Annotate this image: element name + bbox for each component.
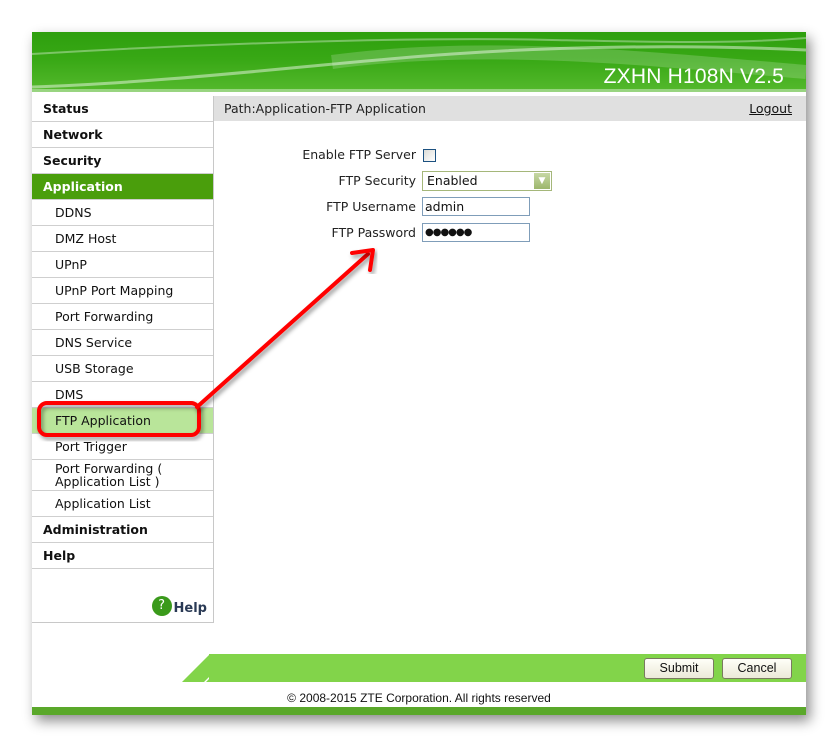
ftp-security-row: FTP Security Enabled ▼	[214, 171, 806, 191]
cancel-button[interactable]: Cancel	[722, 658, 792, 679]
sidebar-item-label: DMZ Host	[55, 231, 117, 246]
sidebar-item-ddns[interactable]: DDNS	[32, 200, 213, 226]
ftp-username-input[interactable]: admin	[422, 197, 530, 216]
sidebar-item-administration[interactable]: Administration	[32, 517, 213, 543]
breadcrumb-bar: Path:Application-FTP Application Logout	[214, 96, 806, 121]
enable-ftp-server-label: Enable FTP Server	[302, 147, 416, 162]
sidebar-item-dns-service[interactable]: DNS Service	[32, 330, 213, 356]
sidebar-menu: Status Network Security Application DDNS…	[32, 96, 214, 623]
sidebar-item-label: Application List	[55, 496, 151, 511]
footer-green-band	[209, 654, 806, 682]
header-banner: ZXHN H108N V2.5	[32, 32, 806, 92]
logout-link[interactable]: Logout	[749, 96, 792, 121]
ftp-security-label: FTP Security	[338, 173, 416, 188]
ftp-password-input[interactable]: ●●●●●●	[422, 223, 530, 242]
sidebar-item-label: Administration	[43, 522, 148, 537]
footer-action-bar: Submit Cancel	[32, 654, 806, 682]
sidebar-item-label: Application	[43, 179, 123, 194]
sidebar-item-dmz-host[interactable]: DMZ Host	[32, 226, 213, 252]
ftp-username-label: FTP Username	[326, 199, 416, 214]
sidebar-item-application-list[interactable]: Application List	[32, 491, 213, 517]
enable-ftp-server-row: Enable FTP Server	[214, 145, 806, 165]
sidebar-item-label: UPnP Port Mapping	[55, 283, 174, 298]
sidebar-item-label-line2: Application List )	[55, 474, 160, 489]
sidebar-item-dms[interactable]: DMS	[32, 382, 213, 408]
sidebar-item-port-forwarding-application-list[interactable]: Port Forwarding ( Application List )	[32, 460, 213, 491]
sidebar-item-security[interactable]: Security	[32, 148, 213, 174]
submit-button[interactable]: Submit	[644, 658, 714, 679]
sidebar-item-label-line1: Port Forwarding (	[55, 461, 163, 476]
chevron-down-icon: ▼	[534, 173, 550, 189]
sidebar-item-label: FTP Application	[55, 413, 151, 428]
sidebar-item-upnp[interactable]: UPnP	[32, 252, 213, 278]
sidebar-item-upnp-port-mapping[interactable]: UPnP Port Mapping	[32, 278, 213, 304]
sidebar-item-network[interactable]: Network	[32, 122, 213, 148]
product-name: ZXHN H108N V2.5	[603, 65, 784, 88]
bottom-green-strip	[32, 707, 806, 715]
router-admin-window: ZXHN H108N V2.5 Status Network Security …	[32, 32, 806, 715]
sidebar-item-label: DMS	[55, 387, 84, 402]
ftp-password-label: FTP Password	[331, 225, 416, 240]
help-label: Help	[173, 601, 207, 616]
sidebar-item-label: Status	[43, 101, 89, 116]
ftp-security-value: Enabled	[427, 173, 478, 188]
sidebar-item-label: Help	[43, 548, 76, 563]
sidebar-item-label: DNS Service	[55, 335, 133, 350]
sidebar-help-link[interactable]: ? Help	[151, 596, 207, 616]
ftp-security-select[interactable]: Enabled ▼	[422, 171, 552, 191]
sidebar-item-label: USB Storage	[55, 361, 134, 376]
sidebar-item-label: Security	[43, 153, 102, 168]
sidebar-item-status[interactable]: Status	[32, 96, 213, 122]
sidebar-item-label: Port Trigger	[55, 439, 127, 454]
sidebar-item-ftp-application[interactable]: FTP Application	[32, 408, 213, 434]
sidebar-item-label: UPnP	[55, 257, 87, 272]
copyright-text: © 2008-2015 ZTE Corporation. All rights …	[287, 691, 551, 705]
sidebar-item-label: DDNS	[55, 205, 92, 220]
sidebar-item-help[interactable]: Help	[32, 543, 213, 569]
ftp-username-row: FTP Username admin	[214, 197, 806, 217]
sidebar-item-port-forwarding[interactable]: Port Forwarding	[32, 304, 213, 330]
breadcrumb: Path:Application-FTP Application	[224, 101, 426, 116]
sidebar-item-label: Network	[43, 127, 103, 142]
ftp-password-row: FTP Password ●●●●●●	[214, 223, 806, 243]
sidebar-item-port-trigger[interactable]: Port Trigger	[32, 434, 213, 460]
sidebar-item-application[interactable]: Application	[32, 174, 213, 200]
enable-ftp-server-checkbox[interactable]	[423, 149, 436, 162]
question-circle-icon: ?	[151, 596, 172, 616]
sidebar-item-label: Port Forwarding	[55, 309, 154, 324]
sidebar-item-usb-storage[interactable]: USB Storage	[32, 356, 213, 382]
